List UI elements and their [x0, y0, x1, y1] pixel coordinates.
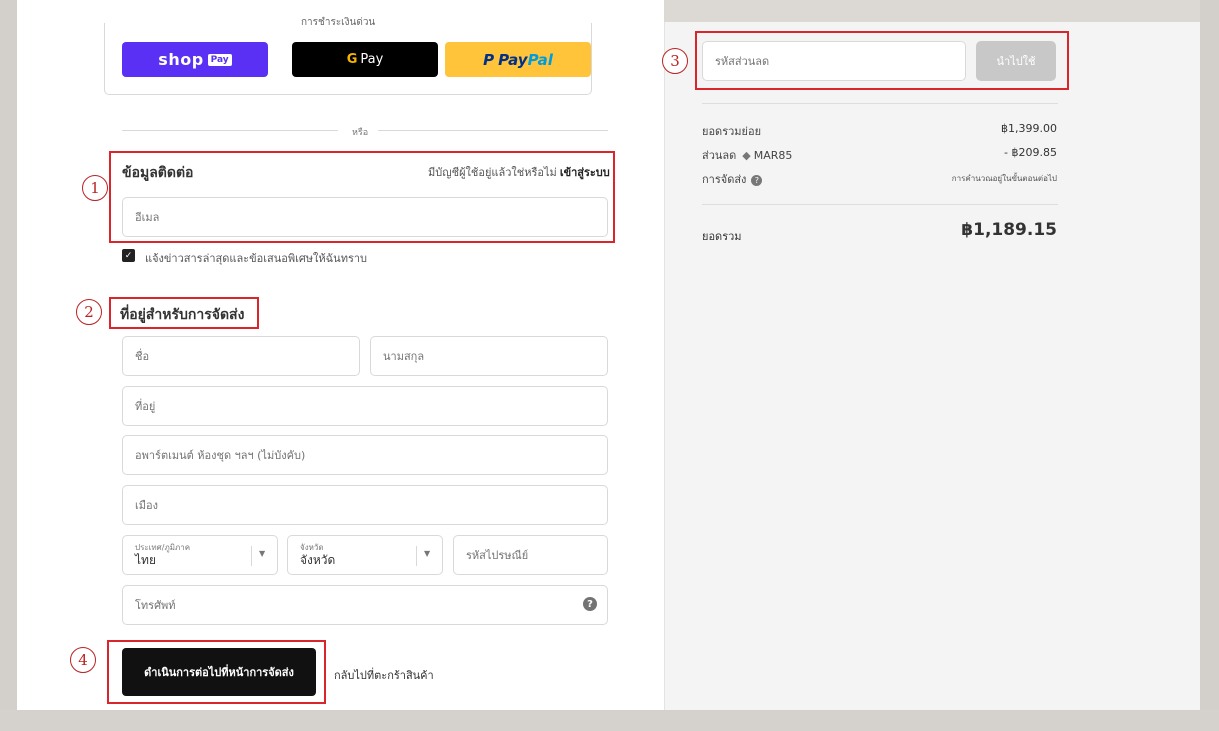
discount-label: ส่วนลด — [702, 149, 737, 162]
apartment-field[interactable]: อพาร์ตเมนต์ ห้องชุด ฯลฯ (ไม่บังคับ) — [122, 435, 608, 475]
shipping-label: การจัดส่ง — [702, 173, 747, 186]
subtotal-label: ยอดรวมย่อย — [702, 125, 762, 138]
newsletter-label: แจ้งข่าวสารล่าสุดและข้อเสนอพิเศษให้ฉันทร… — [145, 252, 368, 265]
help-icon[interactable]: ? — [583, 597, 597, 611]
paypal-p-icon: P — [483, 50, 495, 69]
discount-code-input[interactable]: รหัสส่วนลด — [702, 41, 966, 81]
country-select-separator — [251, 546, 252, 566]
tag-icon: ◆ — [742, 149, 751, 162]
summary-divider-top — [702, 103, 1058, 104]
or-divider-label: หรือ — [352, 128, 369, 138]
step-marker-2: 2 — [76, 299, 102, 325]
country-select-label: ประเทศ/ภูมิภาค — [135, 543, 191, 552]
shipping-value: การคำนวณอยู่ในขั้นตอนต่อไป — [951, 174, 1057, 183]
shipping-row: การจัดส่ง? — [702, 170, 763, 188]
province-select-label: จังหวัด — [300, 543, 324, 552]
total-label: ยอดรวม — [702, 230, 742, 243]
subtotal-value: ฿1,399.00 — [1001, 122, 1057, 135]
email-field[interactable]: อีเมล — [122, 197, 608, 237]
back-to-cart-link[interactable]: กลับไปที่ตะกร้าสินค้า — [334, 666, 434, 684]
discount-value: - ฿209.85 — [1004, 146, 1057, 159]
province-select-separator — [416, 546, 417, 566]
continue-to-shipping-button[interactable]: ดำเนินการต่อไปที่หน้าการจัดส่ง — [122, 648, 316, 696]
info-icon[interactable]: ? — [751, 174, 763, 186]
city-field[interactable]: เมือง — [122, 485, 608, 525]
google-pay-button[interactable]: G Pay — [292, 42, 438, 77]
step-marker-3: 3 — [662, 48, 688, 74]
last-name-field[interactable]: นามสกุล — [370, 336, 608, 376]
google-pay-label: Pay — [360, 52, 384, 67]
page-left-background — [0, 0, 17, 731]
shop-pay-tag: Pay — [207, 53, 232, 66]
country-select-value: ไทย — [135, 553, 156, 567]
country-select[interactable]: ประเทศ/ภูมิภาค ไทย ▼ — [122, 535, 278, 575]
page-right-background — [1200, 0, 1219, 731]
express-checkout-title: การชำระเงินด่วน — [295, 16, 382, 30]
shop-pay-logo: shop — [158, 50, 204, 69]
login-link[interactable]: เข้าสู่ระบบ — [560, 166, 610, 179]
page-bottom-background — [0, 710, 1219, 731]
paypal-button[interactable]: P Pay Pal — [445, 42, 591, 77]
postal-code-field[interactable]: รหัสไปรษณีย์ — [453, 535, 608, 575]
step-marker-1: 1 — [82, 175, 108, 201]
chevron-down-icon: ▼ — [424, 549, 431, 558]
step-marker-4: 4 — [70, 647, 96, 673]
total-value: ฿1,189.15 — [961, 220, 1057, 240]
summary-divider-bottom — [702, 204, 1058, 205]
apply-discount-button[interactable]: นำไปใช้ — [976, 41, 1056, 81]
discount-code: MAR85 — [753, 149, 793, 162]
or-divider-left — [122, 130, 338, 131]
newsletter-checkbox[interactable]: ✓ — [122, 249, 135, 262]
address-field[interactable]: ที่อยู่ — [122, 386, 608, 426]
province-select-value: จังหวัด — [300, 553, 336, 567]
google-g-icon: G — [346, 52, 358, 67]
paypal-pay-label: Pay — [498, 50, 528, 69]
login-prompt: มีบัญชีผู้ใช้อยู่แล้วใช่หรือไม่ เข้าสู่ระ… — [428, 163, 610, 181]
discount-row: ส่วนลด ◆ MAR85 — [702, 146, 792, 164]
contact-section-title: ข้อมูลติดต่อ — [122, 165, 194, 181]
or-divider-right — [378, 130, 608, 131]
phone-field[interactable]: โทรศัพท์ — [122, 585, 608, 625]
paypal-pal-label: Pal — [527, 50, 553, 69]
province-select[interactable]: จังหวัด จังหวัด ▼ — [287, 535, 443, 575]
first-name-field[interactable]: ชื่อ — [122, 336, 360, 376]
login-prompt-text: มีบัญชีผู้ใช้อยู่แล้วใช่หรือไม่ — [428, 166, 557, 179]
shipping-section-title: ที่อยู่สำหรับการจัดส่ง — [120, 307, 245, 323]
chevron-down-icon: ▼ — [259, 549, 266, 558]
shop-pay-button[interactable]: shop Pay — [122, 42, 268, 77]
